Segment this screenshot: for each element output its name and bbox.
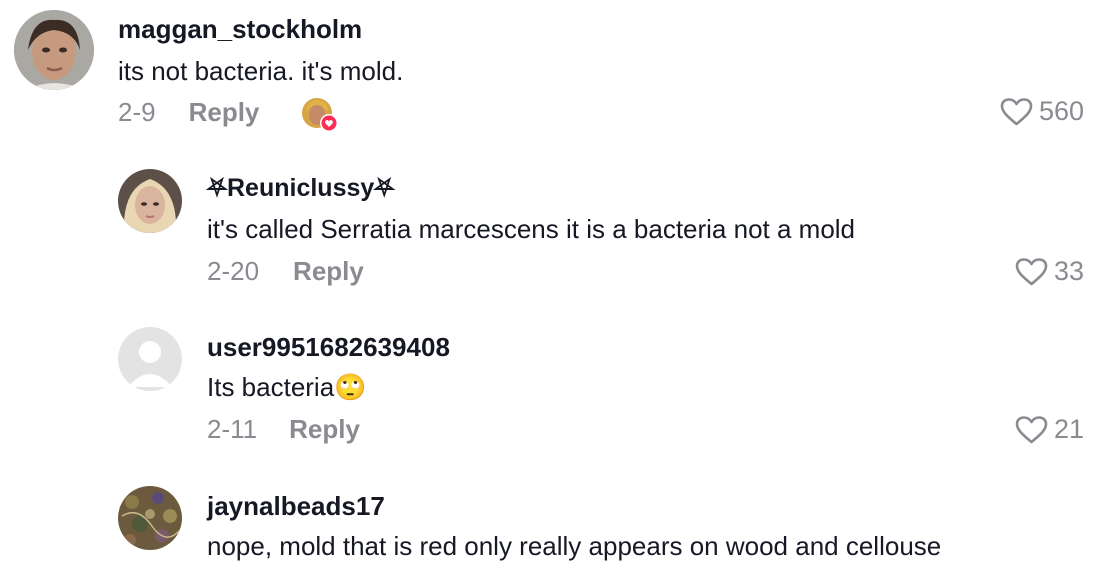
avatar[interactable] [118, 169, 182, 233]
comment: ⛧Reuniclussy⛧ it's called Serratia marce… [0, 160, 1110, 310]
like-count: 21 [1053, 414, 1084, 444]
comment: jaynalbeads17 nope, mold that is red onl… [0, 478, 1110, 570]
comment-username[interactable]: jaynalbeads17 [207, 491, 385, 522]
comment-text: nope, mold that is red only really appea… [207, 531, 942, 561]
like-count: 33 [1053, 256, 1084, 286]
comment-text: Its bacteria🙄 [207, 372, 367, 402]
creator-liked-badge [301, 97, 341, 133]
comment-meta: 2-20 Reply [207, 256, 364, 287]
like-button[interactable]: 21 [1015, 414, 1084, 445]
avatar[interactable] [118, 486, 182, 550]
like-count: 560 [1038, 96, 1084, 126]
avatar-photo [118, 169, 182, 233]
comment-text: it's called Serratia marcescens it is a … [207, 214, 856, 244]
reply-button[interactable]: Reply [189, 97, 260, 128]
comment-date: 2-11 [207, 414, 258, 444]
heart-icon [1015, 415, 1048, 443]
comment-username[interactable]: maggan_stockholm [118, 14, 362, 45]
comment-date: 2-9 [118, 97, 156, 127]
avatar[interactable] [118, 327, 182, 391]
comment-text: its not bacteria. it's mold. [118, 56, 404, 86]
comment-username[interactable]: ⛧Reuniclussy⛧ [207, 174, 394, 203]
avatar-photo [14, 10, 94, 90]
default-avatar-icon [118, 327, 182, 391]
heart-icon [1000, 97, 1033, 125]
comment-meta: 2-9 Reply [118, 97, 259, 128]
avatar-photo [118, 486, 182, 550]
creator-avatar-icon [302, 98, 338, 132]
comment-meta: 2-11 Reply [207, 414, 360, 445]
comment: user9951682639408 Its bacteria🙄 2-11 Rep… [0, 318, 1110, 468]
comment-date: 2-20 [207, 256, 260, 286]
comment: maggan_stockholm its not bacteria. it's … [0, 0, 1110, 150]
avatar[interactable] [14, 10, 94, 90]
like-button[interactable]: 560 [1000, 96, 1084, 127]
reply-button[interactable]: Reply [293, 256, 364, 287]
heart-icon [1015, 257, 1048, 285]
like-button[interactable]: 33 [1015, 256, 1084, 287]
comment-username[interactable]: user9951682639408 [207, 332, 450, 363]
reply-button[interactable]: Reply [289, 414, 360, 445]
